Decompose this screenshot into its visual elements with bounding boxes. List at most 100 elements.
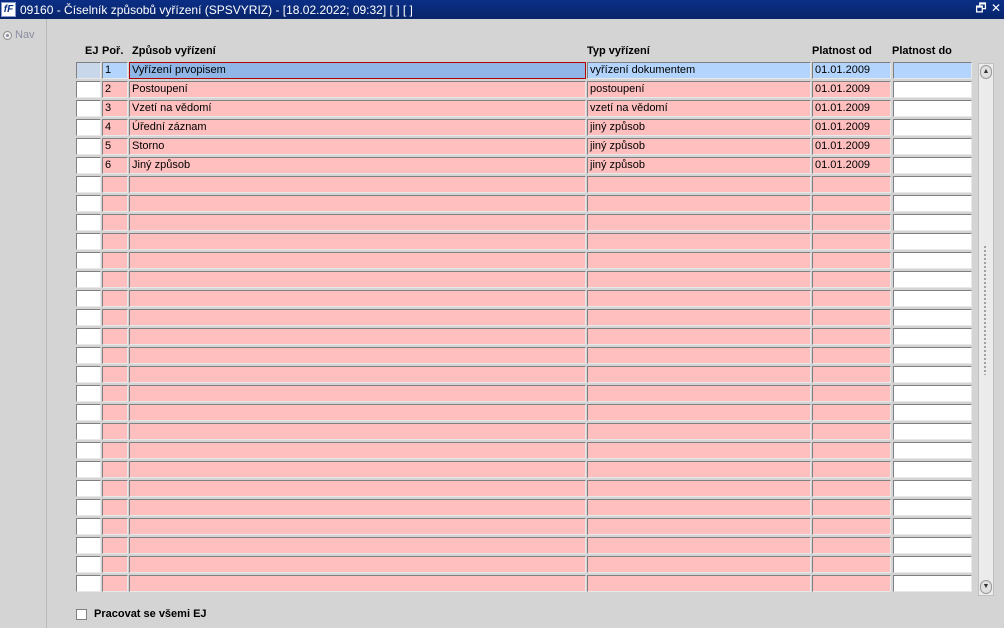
cell-por[interactable]: 6 [102, 157, 128, 174]
cell-ej[interactable] [76, 385, 101, 402]
cell-ej[interactable] [76, 62, 101, 79]
cell-zpusob[interactable] [129, 214, 586, 231]
cell-do[interactable] [893, 119, 972, 136]
cell-od[interactable] [812, 233, 891, 250]
cell-zpusob[interactable] [129, 404, 586, 421]
cell-do[interactable] [893, 309, 972, 326]
cell-od[interactable] [812, 271, 891, 288]
cell-por[interactable] [102, 233, 128, 250]
cell-typ[interactable] [587, 252, 811, 269]
cell-por[interactable] [102, 347, 128, 364]
close-icon[interactable]: ✕ [990, 1, 1002, 15]
cell-ej[interactable] [76, 271, 101, 288]
cell-typ[interactable]: postoupení [587, 81, 811, 98]
cell-ej[interactable] [76, 480, 101, 497]
cell-typ[interactable] [587, 556, 811, 573]
cell-typ[interactable] [587, 461, 811, 478]
cell-por[interactable] [102, 480, 128, 497]
resize-grip[interactable] [983, 245, 987, 375]
cell-typ[interactable] [587, 271, 811, 288]
cell-do[interactable] [893, 100, 972, 117]
cell-por[interactable] [102, 176, 128, 193]
cell-zpusob[interactable] [129, 423, 586, 440]
cell-typ[interactable] [587, 366, 811, 383]
cell-od[interactable] [812, 575, 891, 592]
cell-zpusob[interactable] [129, 556, 586, 573]
cell-od[interactable] [812, 461, 891, 478]
cell-por[interactable] [102, 442, 128, 459]
cell-typ[interactable] [587, 404, 811, 421]
cell-do[interactable] [893, 138, 972, 155]
cell-ej[interactable] [76, 328, 101, 345]
cell-ej[interactable] [76, 233, 101, 250]
cell-zpusob[interactable]: Vyřízení prvopisem [129, 62, 586, 79]
cell-por[interactable] [102, 290, 128, 307]
cell-typ[interactable] [587, 176, 811, 193]
cell-por[interactable]: 2 [102, 81, 128, 98]
cell-por[interactable]: 1 [102, 62, 128, 79]
cell-do[interactable] [893, 328, 972, 345]
cell-od[interactable] [812, 195, 891, 212]
cell-zpusob[interactable]: Storno [129, 138, 586, 155]
cell-por[interactable] [102, 461, 128, 478]
cell-do[interactable] [893, 480, 972, 497]
cell-od[interactable] [812, 480, 891, 497]
cell-por[interactable] [102, 195, 128, 212]
cell-typ[interactable] [587, 518, 811, 535]
cell-por[interactable] [102, 366, 128, 383]
cell-por[interactable] [102, 537, 128, 554]
cell-zpusob[interactable] [129, 309, 586, 326]
cell-do[interactable] [893, 81, 972, 98]
cell-ej[interactable] [76, 195, 101, 212]
cell-ej[interactable] [76, 138, 101, 155]
nav-radio-icon[interactable] [3, 30, 12, 40]
cell-zpusob[interactable]: Postoupení [129, 81, 586, 98]
cell-por[interactable]: 3 [102, 100, 128, 117]
cell-ej[interactable] [76, 366, 101, 383]
cell-do[interactable] [893, 461, 972, 478]
scroll-down-icon[interactable]: ▼ [980, 580, 992, 594]
cell-typ[interactable] [587, 385, 811, 402]
cell-ej[interactable] [76, 214, 101, 231]
cell-zpusob[interactable] [129, 480, 586, 497]
cell-zpusob[interactable] [129, 461, 586, 478]
cell-do[interactable] [893, 195, 972, 212]
cell-ej[interactable] [76, 404, 101, 421]
cell-do[interactable] [893, 575, 972, 592]
cell-ej[interactable] [76, 442, 101, 459]
cell-ej[interactable] [76, 556, 101, 573]
cell-zpusob[interactable] [129, 537, 586, 554]
cell-do[interactable] [893, 385, 972, 402]
cell-typ[interactable] [587, 480, 811, 497]
cell-od[interactable] [812, 347, 891, 364]
cell-ej[interactable] [76, 537, 101, 554]
cell-typ[interactable] [587, 214, 811, 231]
cell-od[interactable] [812, 366, 891, 383]
cell-zpusob[interactable] [129, 195, 586, 212]
all-ej-option[interactable]: Pracovat se všemi EJ [76, 608, 207, 620]
cell-typ[interactable] [587, 309, 811, 326]
cell-do[interactable] [893, 366, 972, 383]
cell-od[interactable] [812, 537, 891, 554]
cell-ej[interactable] [76, 461, 101, 478]
cell-ej[interactable] [76, 499, 101, 516]
cell-do[interactable] [893, 62, 972, 79]
cell-od[interactable] [812, 176, 891, 193]
cell-do[interactable] [893, 347, 972, 364]
cell-por[interactable] [102, 271, 128, 288]
cell-do[interactable] [893, 537, 972, 554]
nav-item[interactable]: Nav [3, 29, 35, 41]
cell-do[interactable] [893, 157, 972, 174]
cell-typ[interactable] [587, 575, 811, 592]
cell-zpusob[interactable] [129, 233, 586, 250]
cell-od[interactable]: 01.01.2009 [812, 138, 891, 155]
restore-icon[interactable]: 🗗 [975, 1, 987, 15]
cell-do[interactable] [893, 290, 972, 307]
cell-ej[interactable] [76, 119, 101, 136]
cell-od[interactable] [812, 423, 891, 440]
cell-do[interactable] [893, 423, 972, 440]
cell-od[interactable] [812, 404, 891, 421]
cell-zpusob[interactable]: Úřední záznam [129, 119, 586, 136]
cell-por[interactable]: 4 [102, 119, 128, 136]
cell-od[interactable]: 01.01.2009 [812, 100, 891, 117]
